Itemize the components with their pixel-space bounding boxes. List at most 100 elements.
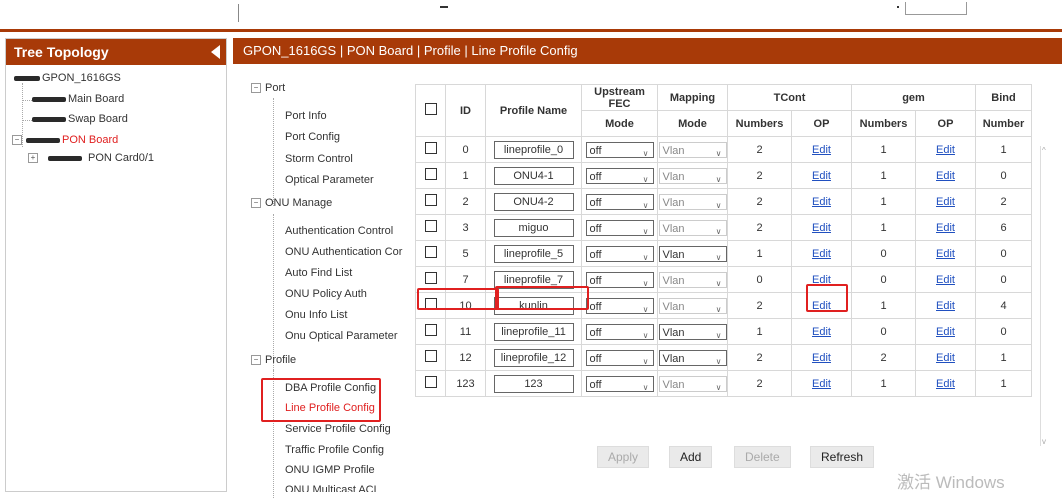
gem-edit-link[interactable]: Edit	[936, 378, 955, 390]
scroll-up-icon[interactable]: ^	[1042, 146, 1046, 155]
menu-item-storm-control[interactable]: Storm Control	[285, 153, 353, 165]
tree-node-swap-board[interactable]: Swap Board	[32, 113, 128, 125]
row-checkbox[interactable]	[424, 246, 437, 258]
row-checkbox[interactable]	[424, 350, 437, 362]
collapse-icon[interactable]: −	[251, 355, 261, 366]
expand-icon[interactable]: +	[28, 153, 38, 164]
tree-node-main-board[interactable]: Main Board	[32, 93, 124, 105]
mapping-mode-select[interactable]: Vlan ∨	[658, 323, 727, 340]
gem-edit-link[interactable]: Edit	[936, 222, 955, 234]
tree-node-pon-card[interactable]: + PON Card0/1	[28, 152, 154, 164]
profile-name-field[interactable]: lineprofile_0	[493, 140, 574, 159]
profile-name-field[interactable]: lineprofile_11	[493, 322, 574, 341]
fec-mode-select[interactable]: off ∨	[585, 323, 654, 340]
fec-mode-select[interactable]: off ∨	[585, 193, 654, 210]
mapping-mode-select[interactable]: Vlan ∨	[658, 141, 727, 158]
fec-mode-select[interactable]: off ∨	[585, 141, 654, 158]
menu-item-service-profile-config[interactable]: Service Profile Config	[285, 423, 391, 435]
menu-item-onu-info-list[interactable]: Onu Info List	[285, 309, 347, 321]
menu-item-optical-parameter[interactable]: Optical Parameter	[285, 174, 374, 186]
row-checkbox[interactable]	[424, 324, 437, 336]
add-button[interactable]: Add	[669, 446, 713, 468]
row-select-cell[interactable]	[415, 370, 446, 397]
gem-edit-link[interactable]: Edit	[936, 352, 955, 364]
row-select-cell[interactable]	[415, 188, 446, 215]
delete-button[interactable]: Delete	[734, 446, 791, 468]
mapping-mode-select[interactable]: Vlan ∨	[658, 193, 727, 210]
menu-item-onu-igmp-profile[interactable]: ONU IGMP Profile	[285, 464, 375, 476]
tcont-edit-link[interactable]: Edit	[812, 248, 831, 260]
fec-mode-select[interactable]: off ∨	[585, 271, 654, 288]
profile-name-field[interactable]: ONU4-1	[493, 166, 574, 185]
row-checkbox[interactable]	[424, 142, 437, 154]
menu-item-auto-find-list[interactable]: Auto Find List	[285, 267, 352, 279]
table-scrollbar[interactable]: ^ v	[1040, 146, 1051, 446]
row-select-cell[interactable]	[415, 344, 446, 371]
tcont-edit-link[interactable]: Edit	[812, 144, 831, 156]
gem-edit-link[interactable]: Edit	[936, 300, 955, 312]
gem-edit-link[interactable]: Edit	[936, 326, 955, 338]
row-select-cell[interactable]	[415, 162, 446, 189]
mapping-mode-select[interactable]: Vlan ∨	[658, 375, 727, 392]
menu-item-onu-optical-parameter[interactable]: Onu Optical Parameter	[285, 330, 398, 342]
row-select-cell[interactable]	[415, 136, 446, 163]
fec-mode-select[interactable]: off ∨	[585, 245, 654, 262]
menu-group-onu-manage[interactable]: − ONU Manage	[251, 197, 332, 209]
select-all-checkbox[interactable]	[424, 103, 437, 115]
mapping-mode-select[interactable]: Vlan ∨	[658, 349, 727, 366]
tcont-edit-link[interactable]: Edit	[812, 170, 831, 182]
collapse-icon[interactable]	[211, 45, 220, 59]
menu-item-onu-multicast-acl[interactable]: ONU Multicast ACL	[285, 484, 380, 492]
fec-mode-select[interactable]: off ∨	[585, 167, 654, 184]
tcont-edit-link[interactable]: Edit	[812, 378, 831, 390]
tree-node-pon-board[interactable]: − PON Board	[12, 134, 118, 146]
scroll-down-icon[interactable]: v	[1042, 437, 1046, 446]
row-select-cell[interactable]	[415, 240, 446, 267]
gem-edit-link[interactable]: Edit	[936, 144, 955, 156]
tcont-edit-link[interactable]: Edit	[812, 196, 831, 208]
menu-item-authentication-control[interactable]: Authentication Control	[285, 225, 393, 237]
gem-edit-link[interactable]: Edit	[936, 274, 955, 286]
gem-edit-link[interactable]: Edit	[936, 170, 955, 182]
mapping-mode-select[interactable]: Vlan ∨	[658, 219, 727, 236]
row-checkbox[interactable]	[424, 272, 437, 284]
collapse-icon[interactable]: −	[251, 198, 261, 209]
mapping-mode-select[interactable]: Vlan ∨	[658, 297, 727, 314]
mapping-mode-select[interactable]: Vlan ∨	[658, 245, 727, 262]
menu-group-profile[interactable]: − Profile	[251, 354, 296, 366]
row-select-cell[interactable]	[415, 214, 446, 241]
row-checkbox[interactable]	[424, 168, 437, 180]
fec-mode-select[interactable]: off ∨	[585, 297, 654, 314]
mapping-mode-select[interactable]: Vlan ∨	[658, 271, 727, 288]
profile-name-field[interactable]: lineprofile_5	[493, 244, 574, 263]
fec-mode-select[interactable]: off ∨	[585, 375, 654, 392]
menu-item-traffic-profile-config[interactable]: Traffic Profile Config	[285, 444, 384, 456]
tree-node-root[interactable]: GPON_1616GS	[14, 72, 121, 84]
fec-mode-select[interactable]: off ∨	[585, 219, 654, 236]
select-all-cell[interactable]	[415, 84, 446, 137]
menu-item-onu-policy-auth[interactable]: ONU Policy Auth	[285, 288, 367, 300]
collapse-icon[interactable]: −	[251, 83, 261, 94]
profile-name-field[interactable]: lineprofile_12	[493, 348, 574, 367]
tcont-edit-link[interactable]: Edit	[812, 352, 831, 364]
row-checkbox[interactable]	[424, 220, 437, 232]
menu-item-port-info[interactable]: Port Info	[285, 110, 327, 122]
refresh-button[interactable]: Refresh	[810, 446, 875, 468]
menu-item-port-config[interactable]: Port Config	[285, 131, 340, 143]
row-checkbox[interactable]	[424, 376, 437, 388]
menu-group-port[interactable]: − Port	[251, 82, 285, 94]
tcont-edit-link[interactable]: Edit	[812, 222, 831, 234]
menu-item-onu-authentication[interactable]: ONU Authentication Cor	[285, 246, 402, 258]
apply-button[interactable]: Apply	[597, 446, 650, 468]
gem-edit-link[interactable]: Edit	[936, 196, 955, 208]
profile-name-field[interactable]: ONU4-2	[493, 192, 574, 211]
profile-name-field[interactable]: miguo	[493, 218, 574, 237]
profile-name-field[interactable]: 123	[493, 374, 574, 393]
header-input[interactable]	[905, 2, 967, 15]
mapping-mode-select[interactable]: Vlan ∨	[658, 167, 727, 184]
fec-mode-select[interactable]: off ∨	[585, 349, 654, 366]
gem-edit-link[interactable]: Edit	[936, 248, 955, 260]
tcont-edit-link[interactable]: Edit	[812, 326, 831, 338]
collapse-icon[interactable]: −	[12, 135, 22, 146]
row-checkbox[interactable]	[424, 194, 437, 206]
